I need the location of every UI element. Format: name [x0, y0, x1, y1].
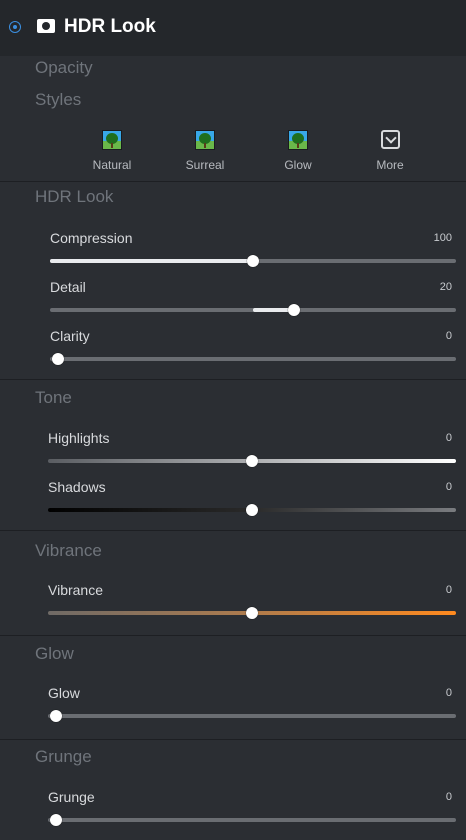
- hdr-look-panel: HDR Look Opacity Styles Natural Surreal …: [0, 0, 466, 840]
- styles-label: Styles: [35, 90, 82, 109]
- slider-track[interactable]: [50, 353, 456, 365]
- slider-vibrance: Vibrance 0: [0, 582, 466, 630]
- grunge-section: Grunge Grunge 0: [0, 740, 466, 840]
- slider-label: Compression: [50, 230, 133, 246]
- slider-thumb[interactable]: [246, 455, 258, 467]
- slider-track[interactable]: [48, 455, 456, 467]
- style-glow[interactable]: Glow: [258, 130, 338, 178]
- slider-track[interactable]: [48, 504, 456, 516]
- slider-highlights: Highlights 0: [0, 430, 466, 478]
- slider-clarity: Clarity 0: [0, 328, 466, 376]
- slider-value[interactable]: 0: [446, 330, 452, 342]
- tree-thumbnail-icon: [102, 130, 122, 150]
- section-title-glow[interactable]: Glow: [35, 644, 74, 664]
- slider-label: Shadows: [48, 479, 106, 495]
- slider-value[interactable]: 20: [440, 281, 452, 293]
- tree-thumbnail-icon: [288, 130, 308, 150]
- slider-label: Clarity: [50, 328, 90, 344]
- style-label: Surreal: [185, 158, 225, 172]
- style-label: Glow: [284, 158, 312, 172]
- slider-track[interactable]: [50, 304, 456, 316]
- tree-thumbnail-icon: [195, 130, 215, 150]
- mask-icon[interactable]: [37, 19, 55, 33]
- slider-track[interactable]: [48, 607, 456, 619]
- section-title-grunge[interactable]: Grunge: [35, 747, 92, 767]
- slider-thumb[interactable]: [247, 255, 259, 267]
- slider-detail: Detail 20: [0, 279, 466, 327]
- vibrance-section: Vibrance Vibrance 0: [0, 531, 466, 635]
- slider-thumb[interactable]: [246, 504, 258, 516]
- style-label: Natural: [92, 158, 132, 172]
- style-natural[interactable]: Natural: [72, 130, 152, 178]
- slider-track[interactable]: [50, 255, 456, 267]
- radio-selected-icon[interactable]: [9, 21, 21, 33]
- slider-grunge: Grunge 0: [0, 789, 466, 837]
- slider-value[interactable]: 100: [434, 232, 452, 244]
- slider-label: Glow: [48, 685, 80, 701]
- slider-thumb[interactable]: [52, 353, 65, 365]
- slider-compression: Compression 100: [0, 230, 466, 278]
- slider-thumb[interactable]: [50, 710, 63, 722]
- slider-value[interactable]: 0: [446, 584, 452, 596]
- opacity-label[interactable]: Opacity: [35, 58, 93, 78]
- section-title-vibrance[interactable]: Vibrance: [35, 541, 102, 561]
- slider-value[interactable]: 0: [446, 687, 452, 699]
- slider-thumb[interactable]: [50, 814, 63, 826]
- slider-thumb[interactable]: [287, 304, 300, 316]
- styles-section: Opacity Styles Natural Surreal Glow More: [0, 56, 466, 181]
- slider-shadows: Shadows 0: [0, 479, 466, 527]
- slider-thumb[interactable]: [246, 607, 258, 619]
- slider-fill: [50, 259, 253, 263]
- section-title-tone[interactable]: Tone: [35, 388, 72, 408]
- panel-title: HDR Look: [64, 16, 156, 37]
- slider-label: Vibrance: [48, 582, 104, 598]
- slider-label: Grunge: [48, 789, 95, 805]
- style-label: More: [376, 158, 404, 172]
- glow-section: Glow Glow 0: [0, 636, 466, 739]
- style-surreal[interactable]: Surreal: [165, 130, 245, 178]
- slider-track[interactable]: [48, 814, 456, 826]
- slider-value[interactable]: 0: [446, 791, 452, 803]
- tone-section: Tone Highlights 0 Shadows 0: [0, 380, 466, 530]
- style-more-button[interactable]: More: [350, 130, 430, 178]
- slider-label: Detail: [50, 279, 86, 295]
- panel-header: HDR Look: [0, 0, 466, 56]
- slider-glow: Glow 0: [0, 685, 466, 733]
- slider-value[interactable]: 0: [446, 481, 452, 493]
- hdr-look-section: HDR Look Compression 100 Detail 20 Clari…: [0, 182, 466, 379]
- slider-value[interactable]: 0: [446, 432, 452, 444]
- section-title-hdr-look[interactable]: HDR Look: [35, 187, 113, 207]
- slider-track[interactable]: [48, 710, 456, 722]
- slider-label: Highlights: [48, 430, 110, 446]
- chevron-down-box-icon: [381, 130, 400, 149]
